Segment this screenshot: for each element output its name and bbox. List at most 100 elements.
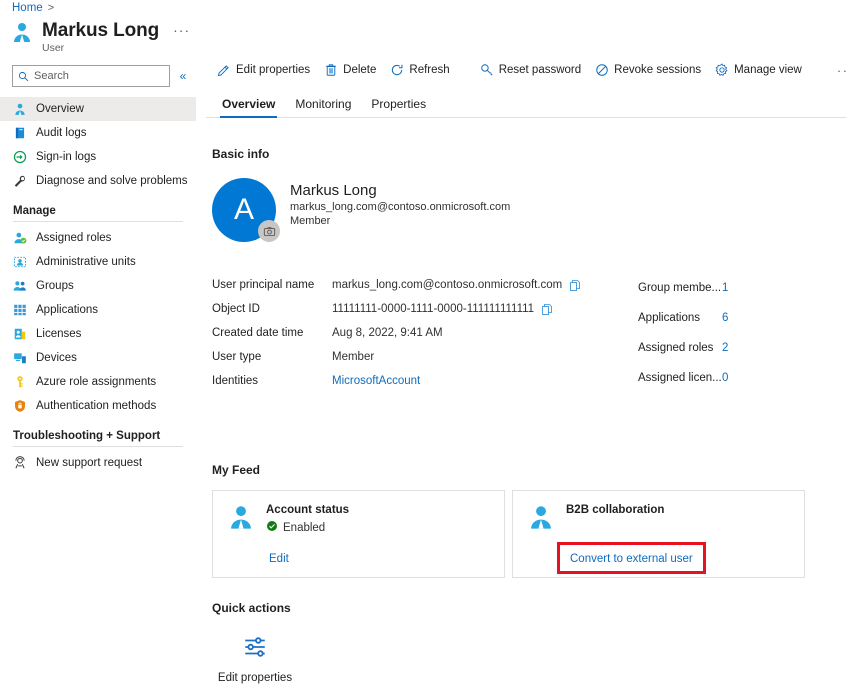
revoke-sessions-button[interactable]: Revoke sessions [590, 57, 710, 83]
property-label: Object ID [212, 303, 332, 315]
status-badge: Enabled [266, 520, 349, 535]
property-value-wrapper: Aug 8, 2022, 9:41 AM [332, 327, 443, 339]
stat-label: Assigned roles [638, 342, 722, 354]
stat-row-assigned-licenses: Assigned licen... 0 [638, 363, 728, 393]
stat-value[interactable]: 1 [722, 282, 728, 294]
sidebar-item-label: New support request [36, 457, 142, 469]
sidebar-item-audit-logs[interactable]: Audit logs [0, 121, 196, 145]
sidebar-item-assigned-roles[interactable]: Assigned roles [0, 226, 196, 250]
sidebar-item-label: Overview [36, 103, 84, 115]
identity-user-type: Member [290, 214, 510, 228]
devices-icon [13, 351, 27, 365]
refresh-button[interactable]: Refresh [385, 57, 458, 83]
copy-icon[interactable] [569, 279, 581, 292]
tab-label: Monitoring [295, 97, 351, 111]
stat-row-applications: Applications 6 [638, 303, 728, 333]
card-header: Account status Enabled [227, 503, 490, 535]
search-input[interactable]: Search [12, 65, 170, 87]
tab-monitoring[interactable]: Monitoring [285, 97, 361, 117]
tab-properties[interactable]: Properties [361, 97, 436, 117]
header-more-menu-button[interactable]: ··· [173, 24, 190, 36]
sidebar-item-applications[interactable]: Applications [0, 298, 196, 322]
sidebar-divider [13, 221, 183, 222]
sidebar-item-diagnose-and-solve-problems[interactable]: Diagnose and solve problems [0, 169, 196, 193]
card-header: B2B collaboration [527, 503, 790, 534]
tab-label: Overview [222, 97, 275, 111]
tab-bar: Overview Monitoring Properties [206, 92, 846, 118]
identities-link[interactable]: MicrosoftAccount [332, 375, 420, 387]
property-row-object-id: Object ID 11111111-0000-1111-0000-111111… [212, 297, 581, 321]
main-content: Edit properties Delete Refresh [206, 56, 846, 640]
shield-icon [13, 399, 27, 413]
user-icon [527, 503, 555, 534]
property-value: Aug 8, 2022, 9:41 AM [332, 327, 443, 339]
page-header: Markus Long User ··· [10, 20, 190, 54]
reset-password-button[interactable]: Reset password [475, 57, 590, 83]
properties-list: User principal name markus_long.com@cont… [212, 273, 581, 393]
identity-name: Markus Long [290, 181, 510, 200]
tab-overview[interactable]: Overview [212, 97, 285, 117]
sidebar-item-label: Diagnose and solve problems [36, 175, 188, 187]
identity-upn: markus_long.com@contoso.onmicrosoft.com [290, 200, 510, 214]
gear-icon [715, 63, 729, 77]
property-row-user-type: User type Member [212, 345, 581, 369]
delete-label: Delete [343, 64, 376, 76]
property-label: User principal name [212, 279, 332, 291]
trash-icon [324, 63, 338, 77]
user-icon [227, 503, 255, 534]
sidebar-item-label: Administrative units [36, 256, 136, 268]
sidebar-item-administrative-units[interactable]: Administrative units [0, 250, 196, 274]
sidebar-item-label: Licenses [36, 328, 81, 340]
user-icon [13, 102, 27, 116]
property-value: markus_long.com@contoso.onmicrosoft.com [332, 279, 562, 291]
stat-label: Assigned licen... [638, 372, 722, 384]
toolbar-overflow-button[interactable]: ··· [827, 63, 846, 78]
edit-properties-button[interactable]: Edit properties [212, 57, 319, 83]
stat-label: Applications [638, 312, 722, 324]
edit-account-status-link[interactable]: Edit [269, 553, 289, 565]
page-subtitle: User [42, 42, 159, 54]
edit-properties-label: Edit properties [236, 64, 310, 76]
property-row-user-principal-name: User principal name markus_long.com@cont… [212, 273, 581, 297]
convert-to-external-user-link[interactable]: Convert to external user [570, 553, 693, 565]
property-row-identities: Identities MicrosoftAccount [212, 369, 581, 393]
admin-unit-icon [13, 255, 27, 269]
delete-button[interactable]: Delete [319, 57, 385, 83]
sidebar-item-sign-in-logs[interactable]: Sign-in logs [0, 145, 196, 169]
key-icon [13, 375, 27, 389]
property-value-wrapper: markus_long.com@contoso.onmicrosoft.com [332, 279, 581, 292]
sidebar-divider [13, 446, 183, 447]
manage-view-button[interactable]: Manage view [710, 57, 811, 83]
status-label: Enabled [283, 522, 325, 534]
copy-icon[interactable] [541, 303, 553, 316]
sidebar-item-devices[interactable]: Devices [0, 346, 196, 370]
quick-action-edit-properties[interactable]: Edit properties [212, 634, 298, 684]
sidebar-item-authentication-methods[interactable]: Authentication methods [0, 394, 196, 418]
property-value: Member [332, 351, 374, 363]
sidebar-item-licenses[interactable]: Licenses [0, 322, 196, 346]
stat-row-assigned-roles: Assigned roles 2 [638, 333, 728, 363]
stat-value[interactable]: 0 [722, 372, 728, 384]
sidebar: Search « Overview Audit logs [0, 64, 196, 640]
property-label: User type [212, 351, 332, 363]
sidebar-item-new-support-request[interactable]: New support request [0, 451, 196, 475]
breadcrumb-home-link[interactable]: Home [12, 2, 43, 14]
sign-in-icon [13, 150, 27, 164]
stat-value[interactable]: 2 [722, 342, 728, 354]
stat-label: Group membe... [638, 282, 722, 294]
card-title: B2B collaboration [566, 503, 664, 517]
stat-value[interactable]: 6 [722, 312, 728, 324]
quick-action-label: Edit properties [218, 672, 292, 684]
search-icon [18, 71, 29, 82]
sidebar-item-groups[interactable]: Groups [0, 274, 196, 298]
sidebar-item-label: Sign-in logs [36, 151, 96, 163]
camera-icon[interactable] [258, 220, 280, 242]
manage-view-label: Manage view [734, 64, 802, 76]
user-role-icon [13, 231, 27, 245]
quick-actions-list: Edit properties [212, 634, 298, 684]
sidebar-item-azure-role-assignments[interactable]: Azure role assignments [0, 370, 196, 394]
sidebar-item-overview[interactable]: Overview [0, 97, 196, 121]
sidebar-collapse-button[interactable]: « [176, 69, 190, 83]
command-toolbar: Edit properties Delete Refresh [206, 56, 846, 84]
sidebar-item-label: Azure role assignments [36, 376, 156, 388]
